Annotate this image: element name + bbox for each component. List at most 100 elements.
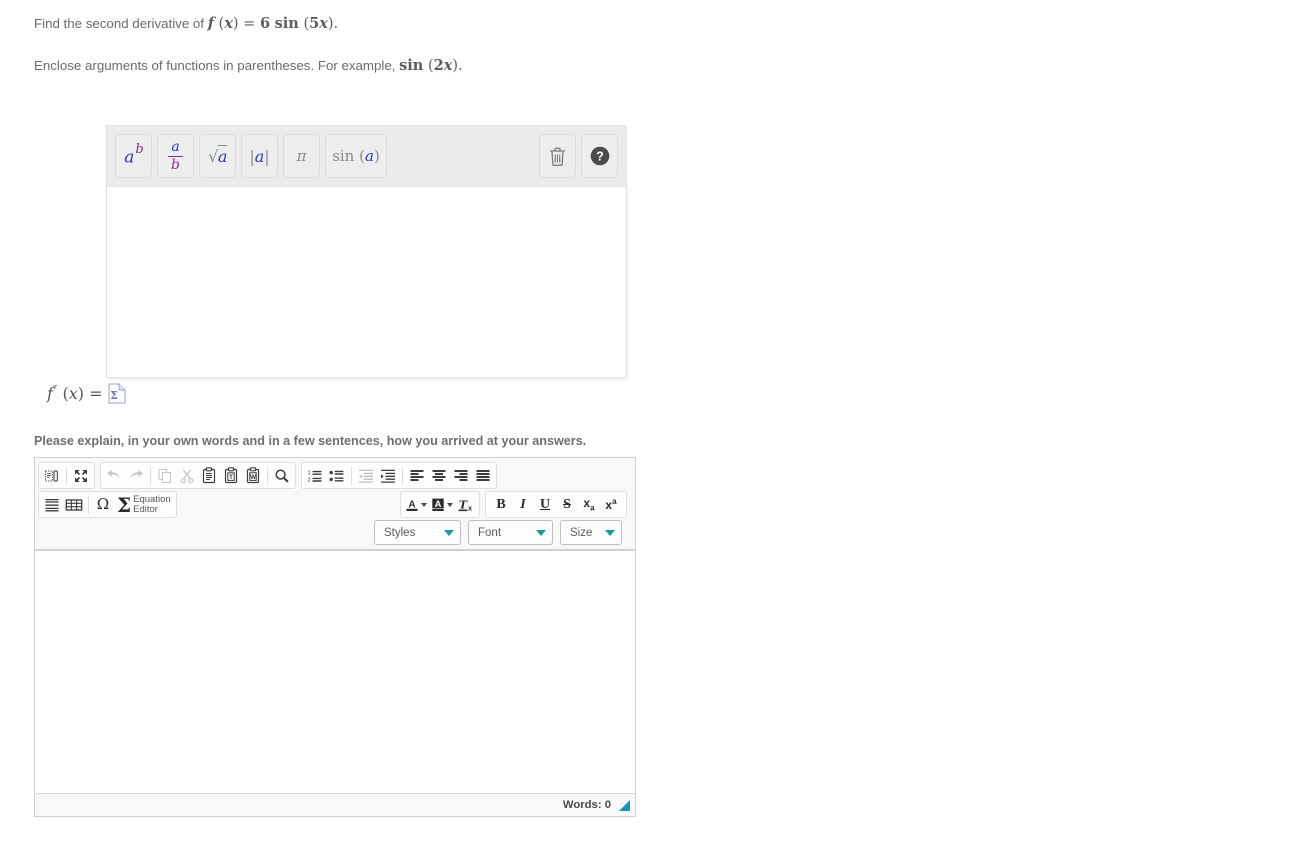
show-blocks-icon [45, 469, 59, 482]
chevron-down-icon [605, 529, 615, 536]
italic-button[interactable]: I [512, 494, 534, 516]
fraction-button[interactable]: a b [157, 134, 194, 178]
answer-label: f″ (x) = [47, 383, 103, 403]
editor-group-clipboard: T W [100, 462, 296, 489]
align-right-button[interactable] [450, 465, 472, 487]
size-dropdown[interactable]: Size [560, 520, 622, 545]
justify-button[interactable] [472, 465, 494, 487]
text-color-button[interactable]: A [403, 494, 429, 516]
math-toolbar: ab a b √a |a| π sin (a) ? [106, 125, 627, 186]
undo-button[interactable] [103, 465, 125, 487]
background-color-button[interactable]: A [429, 494, 455, 516]
search-icon [275, 468, 289, 483]
chevron-down-icon [536, 529, 546, 536]
prompt-formula-1: f (x) = 6 sin (5x). [207, 15, 339, 32]
math-answer-widget: ab a b √a |a| π sin (a) ? [106, 125, 627, 378]
copy-button[interactable] [154, 465, 176, 487]
strike-button[interactable]: S [556, 494, 578, 516]
bulleted-list-button[interactable] [326, 465, 348, 487]
align-center-icon [432, 469, 446, 481]
equation-editor-button[interactable]: Σ Equation Editor [114, 493, 174, 516]
editor-group-paragraph: 1 2 [301, 462, 497, 489]
cut-button[interactable] [176, 465, 198, 487]
math-input-area[interactable] [106, 186, 627, 378]
font-dropdown[interactable]: Font [468, 520, 553, 545]
table-button[interactable] [63, 494, 85, 516]
editor-toolbar-row-1: T W 1 2 [38, 462, 632, 489]
undo-icon [107, 469, 120, 479]
rich-text-editor: T W 1 2 Ω Σ Equation Editor A A T x B I … [34, 457, 636, 817]
remove-format-button[interactable]: T x [455, 494, 477, 516]
bold-icon: B [496, 496, 506, 512]
strikethrough-icon: S [563, 496, 571, 512]
sin-button[interactable]: sin (a) [325, 134, 387, 178]
paste-button[interactable] [198, 465, 220, 487]
align-right-icon [454, 469, 468, 481]
toolbar-separator [88, 495, 89, 514]
editor-toolbar: T W 1 2 Ω Σ Equation Editor A A T x B I … [35, 458, 635, 550]
italic-icon: I [520, 496, 526, 512]
prompt-text-1: Find the second derivative of [34, 16, 208, 31]
chevron-down-icon [421, 502, 427, 507]
toolbar-separator [150, 466, 151, 485]
toolbar-separator [402, 466, 403, 485]
sqrt-button[interactable]: √a [199, 134, 236, 178]
equation-editor-label-line1: Equation [133, 493, 171, 505]
paste-word-icon: W [246, 467, 260, 484]
trash-button[interactable] [539, 134, 576, 178]
subscript-button[interactable]: xa [578, 494, 600, 516]
sigma-icon: Σ [117, 492, 132, 517]
help-icon: ? [590, 146, 609, 166]
maximize-icon [75, 469, 87, 482]
superscript-button[interactable]: xa [600, 494, 622, 516]
toolbar-separator [267, 466, 268, 485]
omega-icon: Ω [96, 495, 110, 513]
pi-button[interactable]: π [283, 134, 320, 178]
svg-text:T: T [229, 474, 233, 481]
bold-button[interactable]: B [490, 494, 512, 516]
align-center-button[interactable] [428, 465, 450, 487]
bg-color-icon: A [432, 498, 444, 511]
find-button[interactable] [271, 465, 293, 487]
svg-text:T: T [458, 498, 467, 511]
show-blocks-button[interactable] [41, 465, 63, 487]
editor-group-document [38, 462, 95, 489]
indent-button[interactable] [377, 465, 399, 487]
help-button[interactable]: ? [581, 134, 618, 178]
numbered-list-button[interactable]: 1 2 [304, 465, 326, 487]
toolbar-separator [351, 466, 352, 485]
maximize-button[interactable] [70, 465, 92, 487]
horizontal-rule-icon [45, 498, 59, 511]
editor-group-insert: Ω Σ Equation Editor [38, 491, 177, 518]
svg-text:x: x [467, 503, 472, 512]
editor-toolbar-row-2: Ω Σ Equation Editor A A T x B I U S xa x… [38, 491, 632, 518]
underline-icon: U [539, 496, 551, 512]
underline-button[interactable]: U [534, 494, 556, 516]
editor-content-area[interactable] [35, 550, 635, 793]
svg-text:Σ: Σ [110, 389, 118, 402]
paste-from-word-button[interactable]: W [242, 465, 264, 487]
table-icon [65, 498, 83, 511]
special-char-button[interactable]: Ω [92, 494, 114, 516]
justify-icon [476, 469, 490, 481]
paste-as-text-button[interactable]: T [220, 465, 242, 487]
align-left-button[interactable] [406, 465, 428, 487]
size-dropdown-label: Size [570, 526, 593, 539]
indent-icon [381, 469, 395, 483]
editor-toolbar-row-3: Styles Font Size [38, 520, 632, 546]
styles-dropdown[interactable]: Styles [374, 520, 461, 545]
question-prompt-line-1: Find the second derivative of f (x) = 6 … [34, 15, 338, 33]
remove-format-icon: T x [458, 498, 472, 512]
horizontal-rule-button[interactable] [41, 494, 63, 516]
svg-text:2: 2 [308, 477, 311, 483]
redo-button[interactable] [125, 465, 147, 487]
outdent-button[interactable] [355, 465, 377, 487]
redo-icon [130, 469, 143, 479]
power-button[interactable]: ab [115, 134, 152, 178]
abs-button[interactable]: |a| [241, 134, 278, 178]
equation-editor-label-line2: Editor [133, 503, 158, 515]
font-dropdown-label: Font [478, 526, 502, 539]
outdent-icon [359, 469, 373, 483]
resize-handle[interactable] [619, 799, 630, 811]
svg-text:A: A [435, 498, 442, 509]
